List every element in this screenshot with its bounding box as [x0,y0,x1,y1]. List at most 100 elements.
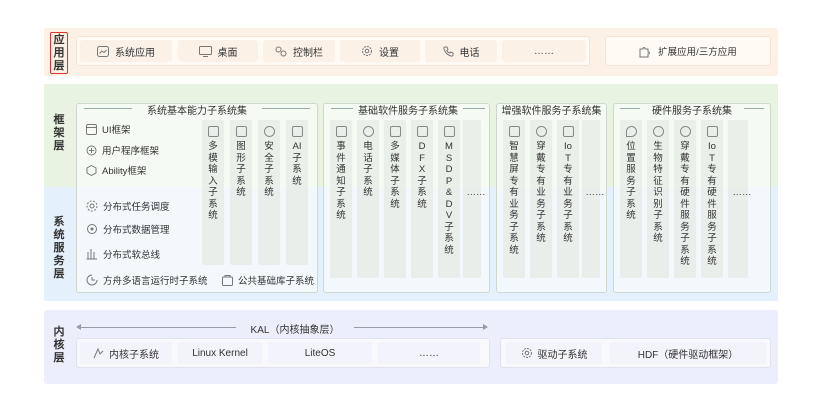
ai-chip-icon [291,126,303,137]
watch-icon [535,126,547,137]
telephony-icon [362,126,374,137]
kernel-linux: Linux Kernel [178,342,262,364]
enhanced-software-title: 增强软件服务子系统集 [501,106,602,117]
common-library-item: 公共基础库子系统 [222,273,314,287]
app-item-phone: 电话 [425,40,497,62]
smart-screen-icon [508,126,520,137]
notification-icon [335,126,347,137]
column-label: 穿戴专有业务子系统 [536,141,546,244]
subsystem-column-multimodal-input: 多模输入子系统 [202,120,224,265]
runtime-subsystem-label: 方舟多语言运行时子系统 [103,276,208,287]
phone-icon [442,46,453,57]
column-label: …… [732,187,752,198]
msdp-icon [443,126,455,137]
app-layer-label-box: 应用层 [50,32,68,74]
common-library-label: 公共基础库子系统 [238,276,315,287]
kernel-layer-label: 内核层 [53,326,65,364]
column-label: IoT专有硬件服务子系统 [707,141,717,267]
kernel-subsystem-label: 内核子系统 [109,349,159,361]
column-label: 多模输入子系统 [208,141,218,221]
multimedia-icon [389,126,401,137]
subsystem-column-more: …… [582,120,605,278]
subsystem-column-dfx: DFX子系统 [411,120,433,278]
image-icon [235,126,247,137]
app-item-label: 控制栏 [293,47,323,59]
service-item-distributed-data: 分布式数据管理 [86,222,170,236]
data-management-icon [87,224,97,234]
subsystem-column-more: …… [728,120,752,278]
framework-item-label: 用户程序框架 [102,146,160,157]
subsystem-column-more: …… [463,120,486,278]
column-label: …… [466,187,486,198]
subsystem-column-location: 位置服务子系统 [620,120,642,278]
gear-icon [362,46,372,56]
column-label: MSDP&DV子系统 [444,141,454,256]
driver-subsystem-cell: 驱动子系统 [506,342,602,364]
dfx-icon [416,126,428,137]
app-layer-label: 应用层 [53,33,65,72]
subsystem-column-multimedia: 多媒体子系统 [384,120,406,278]
location-pin-icon [625,126,637,137]
service-item-soft-bus: 分布式软总线 [86,247,160,261]
subsystem-column-security: 安全子系统 [258,120,280,265]
basic-capability-title: 系统基本能力子系统集 [147,106,247,117]
kal-label: KAL（内核抽象层） [250,325,340,336]
app-item-system-apps: 系统应用 [80,40,172,62]
column-label: 穿戴专有硬件服务子系统 [680,141,690,267]
kernel-icon [93,347,104,358]
ui-framework-icon [86,123,97,135]
column-label: 事件通知子系统 [336,141,346,221]
iot-icon [562,126,574,137]
subsystem-column-iot: IoT专有业务子系统 [557,120,579,278]
subsystem-column-smart-screen: 智慧屏专有业务子系统 [503,120,525,278]
subsystem-column-biometrics: 生物特征识别子系统 [647,120,669,278]
subsystem-column-wearable: 穿戴专有业务子系统 [530,120,552,278]
framework-layer-label: 框架层 [53,114,65,152]
app-item-label: …… [534,45,554,57]
column-label: 安全子系统 [264,141,274,198]
title-line-right [744,108,764,109]
hdf-label: HDF（硬件驱动框架） [637,349,739,361]
app-item-control-bar: 控制栏 [263,40,335,62]
title-line-left [84,108,132,109]
column-label: 电话子系统 [363,141,373,198]
kernel-more: …… [378,342,480,364]
service-item-label: 分布式软总线 [103,250,161,261]
title-line-left [331,108,353,109]
subsystem-column-msdp-dv: MSDP&DV子系统 [438,120,460,278]
kernel-liteos: LiteOS [268,342,372,364]
app-window-icon [97,45,109,57]
basic-software-title: 基础软件服务子系统集 [358,106,458,117]
app-item-label: 电话 [459,47,480,59]
framework-item-ui: UI框架 [86,122,131,136]
framework-item-ability: Ability框架 [86,163,146,177]
system-services-layer-label: 系统服务层 [53,216,65,280]
column-label: 多媒体子系统 [390,141,400,210]
soft-bus-icon [86,249,97,260]
subsystem-column-wearable-hardware: 穿戴专有硬件服务子系统 [674,120,696,278]
gear-icon [521,348,532,358]
kal-line-right [354,327,484,328]
framework-item-label: UI框架 [102,125,131,136]
service-item-distributed-scheduling: 分布式任务调度 [86,199,170,213]
subsystem-column-graphics: 图形子系统 [230,120,252,265]
subsystem-column-event-notification: 事件通知子系统 [330,120,352,278]
app-item-label: 设置 [379,47,399,59]
column-label: 智慧屏专有业务子系统 [509,141,519,256]
user-program-icon [86,145,97,155]
runtime-subsystem-item: 方舟多语言运行时子系统 [86,273,208,287]
puzzle-icon [639,46,651,57]
title-line-right [262,108,310,109]
app-item-label: 桌面 [217,47,238,59]
scheduling-icon [86,200,98,212]
library-icon [222,274,233,286]
framework-item-user-program: 用户程序框架 [86,143,159,157]
app-item-extension-apps: 扩展应用/三方应用 [605,36,771,66]
eye-icon [652,126,664,137]
service-item-label: 分布式任务调度 [103,202,170,213]
app-item-desktop: 桌面 [178,40,258,62]
column-label: 生物特征识别子系统 [653,141,663,244]
monitor-icon [198,45,212,57]
service-item-label: 分布式数据管理 [103,225,170,236]
toggle-switch-icon [275,46,287,56]
